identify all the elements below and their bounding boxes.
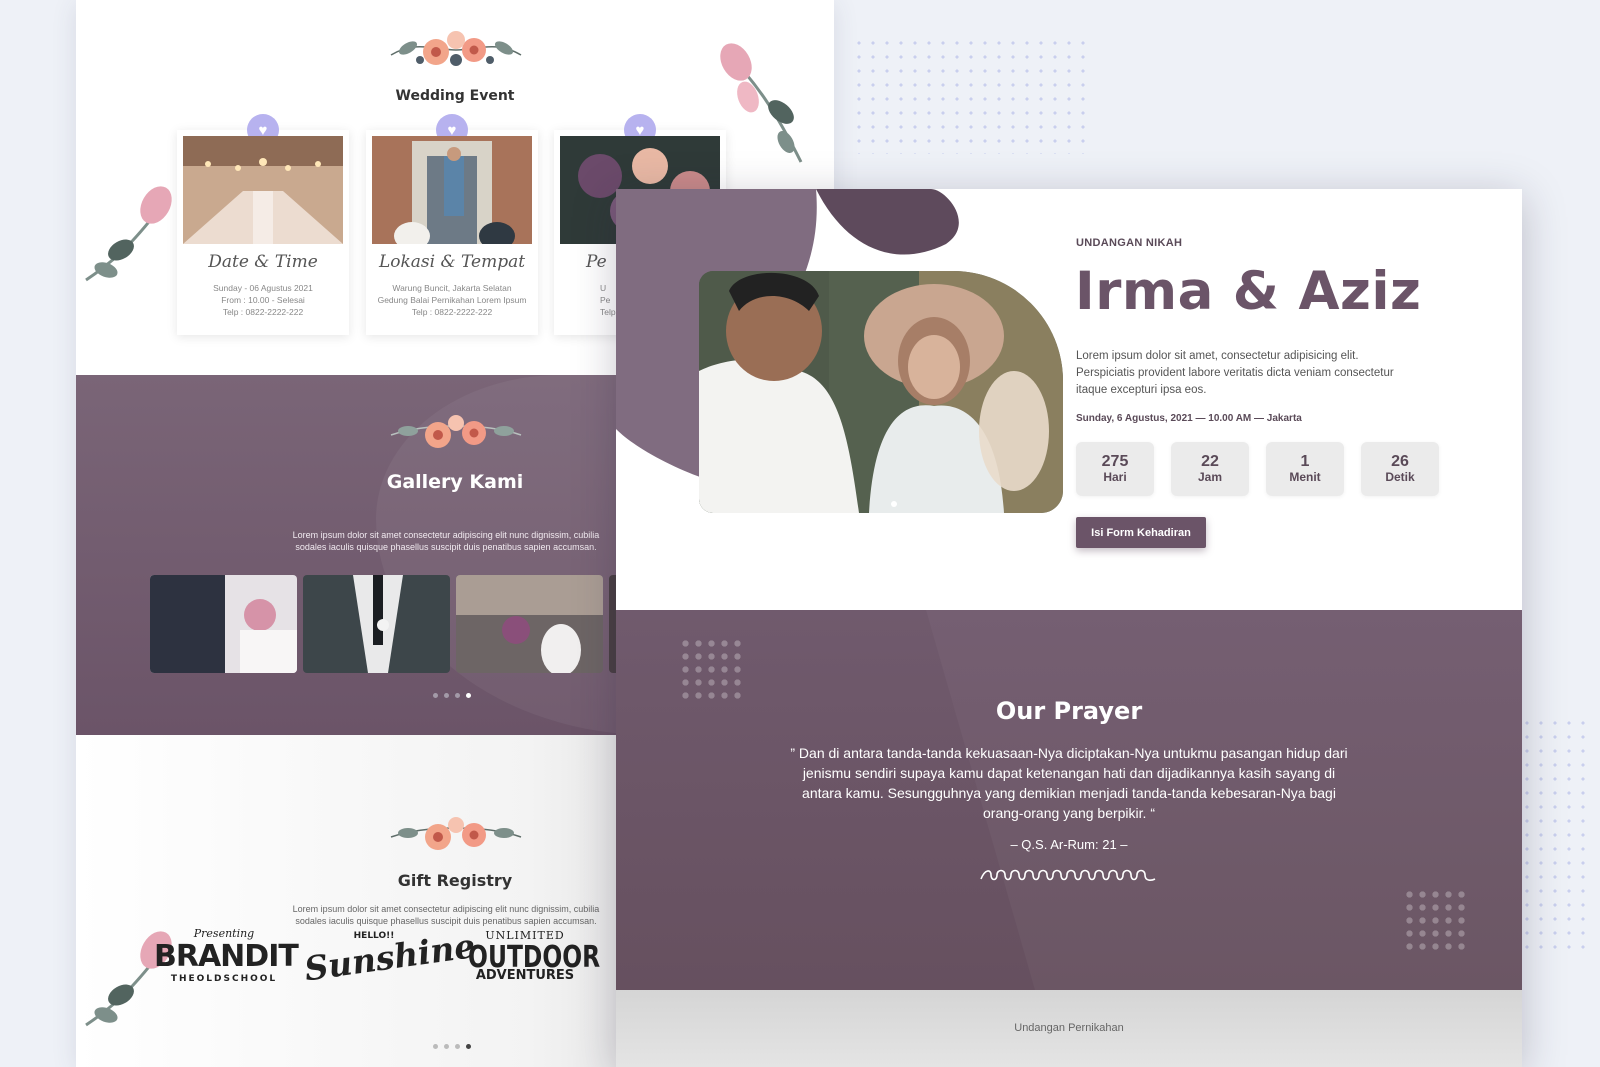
pagination-dot[interactable]: [433, 693, 438, 698]
gift-pagination[interactable]: [433, 1044, 471, 1049]
brandit-logo[interactable]: Presenting BRANDIT THEOLDSCHOOL: [154, 927, 299, 984]
squiggle-divider-icon: [980, 869, 1156, 881]
countdown-seconds: 26 Detik: [1361, 442, 1439, 496]
intro-text: Lorem ipsum dolor sit amet, consectetur …: [1076, 350, 1394, 396]
event-datetime: Sunday, 6 Agustus, 2021 — 10.00 AM — Jak…: [1076, 413, 1302, 424]
countdown-unit: Detik: [1385, 470, 1415, 484]
countdown-unit: Jam: [1197, 470, 1223, 484]
floral-gallery-icon: [390, 415, 522, 448]
front-page-preview: UNDANGAN NIKAH Irma & Aziz Lorem ipsum d…: [616, 189, 1522, 1067]
dot-pattern-right: [1520, 716, 1590, 956]
event-card-date-time: ♥ Date & Time Sunday - 06 Agustus 2021 F…: [177, 114, 349, 335]
gallery-photo[interactable]: [303, 575, 450, 673]
hall-photo: [183, 136, 343, 244]
event-card-line: Telp : 0822-2222-222: [222, 307, 304, 317]
gallery-photo[interactable]: [456, 575, 603, 673]
footer-band: Undangan Pernikahan: [616, 990, 1522, 1067]
pagination-dot[interactable]: [444, 1044, 449, 1049]
floral-gift-icon: [390, 817, 522, 850]
pagination-dot[interactable]: [433, 1044, 438, 1049]
event-card-line: From : 10.00 - Selesai: [221, 295, 305, 305]
sunshine-logo[interactable]: HELLO!! Sunshine: [302, 926, 478, 989]
countdown-hours: 22 Jam: [1171, 442, 1249, 496]
outdoor-logo-main: OUTDOOR: [468, 940, 601, 975]
prayer-verse: ” Dan di antara tanda-tanda kekuasaan-Ny…: [790, 745, 1348, 821]
event-card-heading: Date & Time: [208, 252, 318, 272]
pagination-dot-active[interactable]: [466, 693, 471, 698]
floral-side-icon: [85, 186, 172, 282]
couple-photo: [699, 271, 1063, 513]
photo-slider-dot[interactable]: [891, 501, 897, 507]
countdown-value: 275: [1101, 453, 1129, 470]
event-card-line: Sunday - 06 Agustus 2021: [213, 283, 313, 293]
couple-names: Irma & Aziz: [1075, 261, 1422, 322]
footer-text: Undangan Pernikahan: [1014, 1022, 1124, 1034]
gallery-pagination[interactable]: [433, 693, 471, 698]
dot-pattern-top: [852, 36, 1092, 154]
gallery-text: Lorem ipsum dolor sit amet consectetur a…: [292, 530, 600, 552]
prayer-section: Our Prayer ” Dan di antara tanda-tanda k…: [616, 610, 1522, 990]
pagination-dot[interactable]: [455, 1044, 460, 1049]
gift-text: Lorem ipsum dolor sit amet consectetur a…: [292, 904, 600, 926]
event-card-line: Telp : 0822-2222-222: [411, 307, 493, 317]
countdown-unit: Hari: [1103, 470, 1127, 484]
countdown-unit: Menit: [1289, 470, 1321, 484]
prayer-reference: – Q.S. Ar-Rum: 21 –: [1010, 837, 1128, 852]
floral-corner-icon: [720, 43, 803, 163]
couple-door-photo: [372, 136, 532, 244]
gallery-photo[interactable]: [150, 575, 297, 673]
brandit-logo-bottom: THEOLDSCHOOL: [170, 974, 278, 984]
event-card-line: Warung Buncit, Jakarta Selatan: [392, 283, 512, 293]
outdoor-logo[interactable]: UNLIMITED OUTDOOR ADVENTURES: [452, 929, 601, 983]
brandit-logo-main: BRANDIT: [154, 939, 299, 974]
countdown-value: 1: [1300, 453, 1310, 470]
dot-pattern-prayer-left: [679, 637, 743, 701]
countdown-days: 275 Hari: [1076, 442, 1154, 496]
floral-header-icon: [390, 31, 522, 66]
rsvp-button[interactable]: Isi Form Kehadiran: [1076, 517, 1206, 548]
event-card-location: ♥ Lokasi & Tempat Warung Buncit, Jakarta…: [366, 114, 538, 335]
event-card-info: Warung Buncit, Jakarta Selatan Gedung Ba…: [370, 282, 534, 318]
event-card-line: Gedung Balai Pernikahan Lorem Ipsum: [377, 295, 527, 305]
event-card-heading: Lokasi & Tempat: [378, 252, 526, 272]
prayer-title: Our Prayer: [995, 697, 1143, 725]
invitation-kicker: UNDANGAN NIKAH: [1076, 237, 1183, 249]
pagination-dot[interactable]: [444, 693, 449, 698]
pagination-dot-active[interactable]: [466, 1044, 471, 1049]
dot-pattern-prayer-right: [1403, 888, 1467, 952]
pagination-dot[interactable]: [455, 693, 460, 698]
countdown-value: 22: [1201, 453, 1219, 470]
countdown-minutes: 1 Menit: [1266, 442, 1344, 496]
event-card-info: Sunday - 06 Agustus 2021 From : 10.00 - …: [181, 282, 345, 318]
countdown-value: 26: [1391, 453, 1409, 470]
